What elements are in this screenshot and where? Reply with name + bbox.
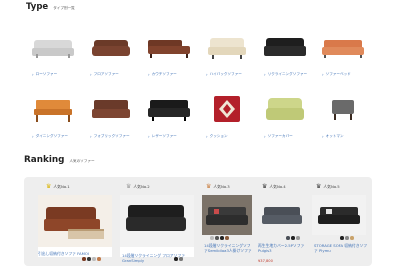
- type-section-heading: Type タイプ別一覧: [26, 2, 75, 12]
- type-item-sofa-cover[interactable]: › ソファーカバー: [256, 90, 314, 150]
- crown-gold-icon: ♛: [46, 183, 52, 190]
- type-label: ハイバックソファー: [209, 72, 242, 76]
- type-label: ソファーカバー: [267, 134, 293, 138]
- type-item-ottoman[interactable]: › オットマン: [314, 90, 372, 150]
- floor-sofa-icon: [92, 40, 130, 56]
- type-label: ローソファー: [35, 72, 58, 76]
- crown-bronze-icon: ♛: [206, 183, 212, 190]
- product-image: [256, 195, 308, 235]
- ranking-panel: ♛ 人気No.1 引出し収納付きソファ FAMOI ♛ 人気No.2 14段階リ…: [24, 177, 372, 266]
- ranking-subtitle: 人気のソファー: [69, 159, 95, 163]
- color-swatches: [174, 257, 183, 261]
- rank-card-4[interactable]: [256, 195, 308, 235]
- type-item-dining-sofa[interactable]: › ダイニングソファー: [24, 90, 82, 150]
- rank-price: ¥37,800: [258, 259, 273, 263]
- crown-icon: ♛: [262, 183, 268, 190]
- color-swatches: [210, 236, 229, 240]
- rank-product-name[interactable]: 14段階リクライニングソファSemibiloa3人掛けソファ: [204, 243, 254, 253]
- rank-card-3[interactable]: [202, 195, 252, 235]
- color-swatches: [82, 257, 101, 261]
- product-image: [120, 195, 194, 247]
- type-item-sofa-bed[interactable]: › ソファーベッド: [314, 28, 372, 88]
- type-subtitle: タイプ別一覧: [53, 6, 75, 10]
- type-item-couch-sofa[interactable]: › カウチソファー: [140, 28, 198, 88]
- rank-badge-3: ♛ 人気No.3: [206, 183, 230, 190]
- crown-icon: ♛: [316, 183, 322, 190]
- rank-card-1[interactable]: [38, 195, 112, 257]
- rank-product-name[interactable]: STORAGE SOFA 収納付きソファ Plymu: [314, 243, 368, 253]
- ottoman-icon: [332, 100, 354, 120]
- rank-badge-4: ♛ 人気No.4: [262, 183, 286, 190]
- type-label: レザーソファー: [151, 134, 177, 138]
- type-item-cushion[interactable]: › クッション: [198, 90, 256, 150]
- color-swatches: [286, 236, 300, 240]
- type-item-highback-sofa[interactable]: › ハイバックソファー: [198, 28, 256, 88]
- leather-sofa-icon: [148, 100, 190, 121]
- sofa-bed-icon: [322, 40, 364, 58]
- crown-silver-icon: ♛: [126, 183, 132, 190]
- product-image: [202, 195, 252, 235]
- type-label: ダイニングソファー: [35, 134, 68, 138]
- type-label: クッション: [209, 134, 228, 138]
- rank-badge-2: ♛ 人気No.2: [126, 183, 150, 190]
- cushion-icon: [214, 96, 240, 122]
- type-item-fabric-sofa[interactable]: › フォブリックソファー: [82, 90, 140, 150]
- product-image: [312, 195, 366, 235]
- type-item-leather-sofa[interactable]: › レザーソファー: [140, 90, 198, 150]
- type-label: カウチソファー: [151, 72, 177, 76]
- rank-product-name[interactable]: 再生生地カバー2.5Pソファ Pulgis3: [258, 243, 310, 253]
- ranking-section-heading: Ranking 人気のソファー: [24, 155, 95, 165]
- dining-sofa-icon: [34, 100, 72, 122]
- couch-sofa-icon: [148, 40, 190, 58]
- type-title: Type: [26, 2, 49, 12]
- rank-badge-5: ♛ 人気No.5: [316, 183, 340, 190]
- type-label: ソファーベッド: [325, 72, 351, 76]
- type-item-reclining-sofa[interactable]: › リクライニングソファー: [256, 28, 314, 88]
- type-label: リクライニングソファー: [267, 72, 308, 76]
- ranking-title: Ranking: [24, 155, 65, 165]
- color-swatches: [340, 236, 354, 240]
- sofa-cover-icon: [266, 98, 304, 120]
- low-sofa-icon: [32, 40, 74, 58]
- type-label: オットマン: [325, 134, 344, 138]
- rank-card-5[interactable]: [312, 195, 366, 235]
- rank-product-name[interactable]: 引出し収納付きソファ FAMOI: [38, 251, 100, 256]
- type-label: フロアソファー: [93, 72, 119, 76]
- fabric-sofa-icon: [92, 100, 130, 118]
- rank-badge-1: ♛ 人気No.1: [46, 183, 70, 190]
- reclining-sofa-icon: [264, 38, 306, 56]
- type-item-floor-sofa[interactable]: › フロアソファー: [82, 28, 140, 88]
- type-label: フォブリックソファー: [93, 134, 130, 138]
- product-image: [38, 195, 112, 247]
- highback-sofa-icon: [208, 38, 246, 59]
- rank-card-2[interactable]: [120, 195, 194, 257]
- type-item-low-sofa[interactable]: › ローソファー: [24, 28, 82, 88]
